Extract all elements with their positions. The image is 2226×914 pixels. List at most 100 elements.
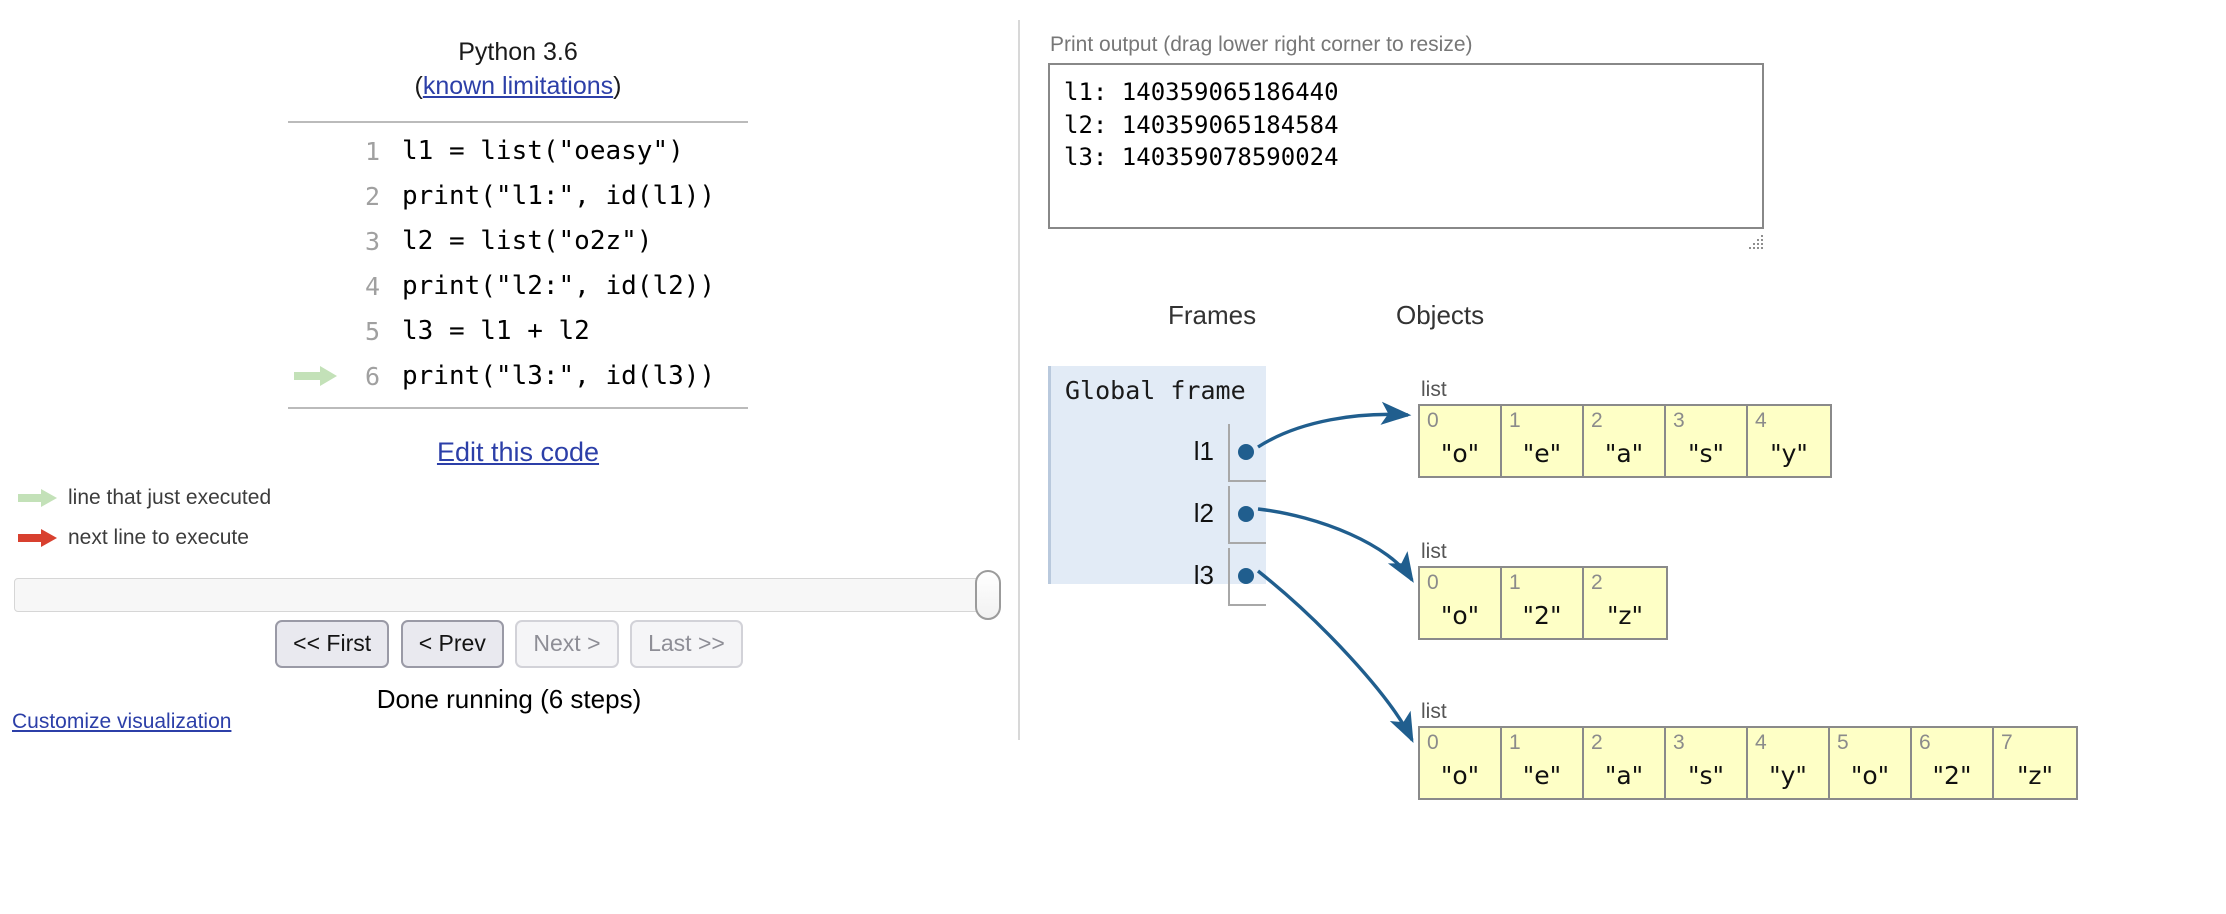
python-version-header: Python 3.6 (known limitations): [288, 36, 748, 104]
execution-legend: line that just executed next line to exe…: [18, 478, 518, 558]
code-line-6[interactable]: 6 print("l3:", id(l3)): [288, 354, 748, 399]
print-output-line-2: l2: 140359065184584: [1064, 110, 1339, 139]
line-code-1: l1 = list("oeasy"): [402, 136, 684, 166]
cell-index: 3: [1673, 731, 1685, 754]
cell-index: 2: [1591, 731, 1603, 754]
pointer-arrow-l3: [1256, 569, 1414, 744]
cell-value: "o": [1440, 601, 1480, 630]
global-frame: Global frame l1 l2 l3: [1048, 366, 1266, 606]
resize-grip-icon[interactable]: [1749, 232, 1765, 249]
code-pane: Python 3.6 (known limitations) 1 l1 = li…: [0, 0, 1018, 914]
cell-value: "y": [1770, 439, 1808, 468]
cell-value: "o": [1850, 761, 1890, 790]
cell-value: "2": [1522, 601, 1562, 630]
legend-row-just-executed: line that just executed: [18, 478, 518, 518]
list-cell[interactable]: 1 "e": [1502, 728, 1584, 798]
list-object-1-cells: 0 "o" 1 "e" 2 "a" 3 "s" 4 "y": [1418, 404, 1832, 478]
list-cell[interactable]: 3 "s": [1666, 728, 1748, 798]
print-output-line-3: l3: 140359078590024: [1064, 143, 1339, 172]
cell-value: "2": [1932, 761, 1972, 790]
list-cell[interactable]: 4 "y": [1748, 728, 1830, 798]
frame-variable-l3: l3: [1076, 546, 1266, 608]
line-number-4: 4: [364, 271, 380, 301]
cell-index: 1: [1509, 409, 1521, 432]
prev-step-button[interactable]: < Prev: [400, 620, 504, 668]
pointer-dot-l2: [1238, 506, 1254, 522]
execution-step-slider-track[interactable]: [14, 578, 999, 612]
cell-index: 4: [1755, 409, 1767, 432]
cell-index: 4: [1755, 731, 1767, 754]
legend-label-just-executed: line that just executed: [68, 486, 272, 509]
next-step-button: Next >: [515, 620, 619, 668]
pointer-arrow-l1: [1257, 401, 1412, 449]
code-listing: 1 l1 = list("oeasy") 2 print("l1:", id(l…: [288, 120, 748, 409]
code-line-4[interactable]: 4 print("l2:", id(l2)): [288, 264, 748, 309]
list-cell[interactable]: 1 "2": [1502, 568, 1584, 638]
python-tutor-app: Python 3.6 (known limitations) 1 l1 = li…: [0, 0, 2226, 914]
edit-this-code-link[interactable]: Edit this code: [437, 437, 599, 467]
list-cell[interactable]: 0 "o": [1420, 728, 1502, 798]
list-cell[interactable]: 3 "s": [1666, 406, 1748, 476]
cell-value: "s": [1687, 761, 1725, 790]
cell-index: 0: [1427, 731, 1439, 754]
cell-index: 2: [1591, 409, 1603, 432]
frames-heading: Frames: [1168, 300, 1257, 330]
code-line-2[interactable]: 2 print("l1:", id(l1)): [288, 174, 748, 219]
code-column: Python 3.6 (known limitations) 1 l1 = li…: [288, 36, 748, 468]
line-number-2: 2: [364, 181, 380, 211]
list-cell[interactable]: 1 "e": [1502, 406, 1584, 476]
known-limitations-line: (known limitations): [288, 70, 748, 104]
line-number-1: 1: [364, 136, 380, 166]
list-cell[interactable]: 4 "y": [1748, 406, 1830, 476]
cell-value: "z": [1606, 601, 1644, 630]
known-limitations-link[interactable]: known limitations: [423, 72, 613, 100]
objects-heading: Objects: [1396, 300, 1485, 330]
print-output-box[interactable]: l1: 140359065186440 l2: 140359065184584 l3…: [1048, 63, 1764, 229]
legend-label-next-line: next line to execute: [68, 526, 249, 549]
cell-index: 6: [1919, 731, 1931, 754]
list-cell[interactable]: 2 "a": [1584, 728, 1666, 798]
pane-divider: [1018, 20, 1020, 740]
frame-variable-l1: l1: [1076, 422, 1266, 484]
variable-name-l2: l2: [1193, 498, 1214, 528]
list-cell[interactable]: 7 "z": [1994, 728, 2076, 798]
code-line-1[interactable]: 1 l1 = list("oeasy"): [288, 129, 748, 174]
list-object-1: list 0 "o" 1 "e" 2 "a" 3 "s" 4 "y": [1418, 378, 1832, 478]
list-object-2-type: list: [1421, 540, 1447, 563]
line-code-5: l3 = l1 + l2: [402, 316, 590, 346]
first-step-button[interactable]: << First: [275, 620, 390, 668]
execution-step-slider-handle[interactable]: [975, 570, 1001, 620]
list-cell[interactable]: 5 "o": [1830, 728, 1912, 798]
just-executed-arrow-icon: [288, 365, 346, 387]
cell-index: 1: [1509, 571, 1521, 594]
last-step-button: Last >>: [630, 620, 743, 668]
pointer-arrow-l2: [1257, 507, 1414, 583]
line-number-3: 3: [364, 226, 380, 256]
print-output-label: Print output (drag lower right corner to…: [1050, 33, 1473, 56]
list-object-3-type: list: [1421, 700, 1447, 723]
legend-row-next-line: next line to execute: [18, 518, 518, 558]
code-line-5[interactable]: 5 l3 = l1 + l2: [288, 309, 748, 354]
cell-value: "y": [1769, 761, 1807, 790]
line-code-4: print("l2:", id(l2)): [402, 271, 716, 301]
list-cell[interactable]: 2 "a": [1584, 406, 1666, 476]
customize-visualization-link[interactable]: Customize visualization: [12, 710, 231, 734]
list-cell[interactable]: 0 "o": [1420, 568, 1502, 638]
line-code-6: print("l3:", id(l3)): [402, 361, 716, 391]
list-cell[interactable]: 0 "o": [1420, 406, 1502, 476]
cell-index: 1: [1509, 731, 1521, 754]
step-navigation-controls: << First < Prev Next > Last >> Done runn…: [0, 620, 1018, 715]
line-code-3: l2 = list("o2z"): [402, 226, 653, 256]
list-object-3-cells: 0 "o" 1 "e" 2 "a" 3 "s" 4 "y" 5 "o" 6 "2…: [1418, 726, 2078, 800]
line-number-6: 6: [364, 361, 380, 391]
global-frame-title: Global frame: [1065, 376, 1246, 405]
list-cell[interactable]: 2 "z": [1584, 568, 1666, 638]
red-arrow-icon: [18, 528, 64, 548]
frame-variable-l2: l2: [1076, 484, 1266, 546]
code-line-3[interactable]: 3 l2 = list("o2z"): [288, 219, 748, 264]
cell-value: "e": [1522, 439, 1562, 468]
pointer-dot-l1: [1238, 444, 1254, 460]
cell-index: 7: [2001, 731, 2013, 754]
list-cell[interactable]: 6 "2": [1912, 728, 1994, 798]
cell-index: 2: [1591, 571, 1603, 594]
